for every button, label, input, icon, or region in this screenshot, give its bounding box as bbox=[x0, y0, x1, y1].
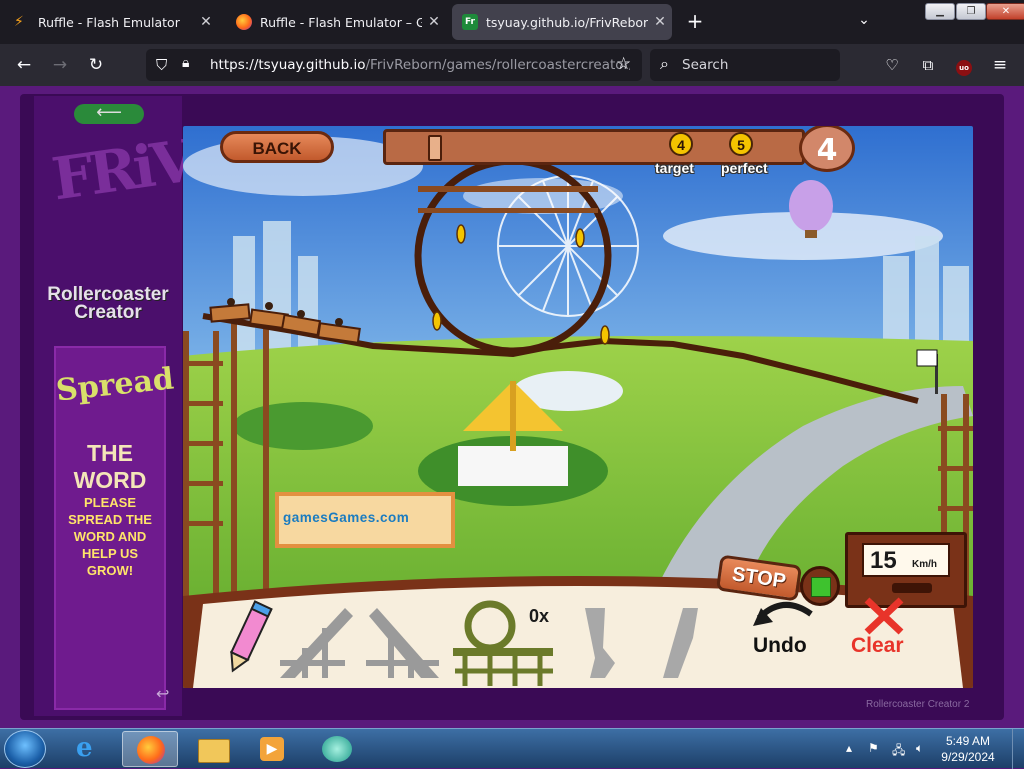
reload-icon[interactable]: ↻ bbox=[84, 54, 108, 76]
spread-heading: Spread bbox=[54, 361, 176, 409]
show-hidden-icons[interactable]: ▴ bbox=[846, 741, 852, 755]
friv-sidebar: ⟵ FRiV Rollercoaster Creator Spread THE … bbox=[34, 96, 196, 716]
file-explorer-icon[interactable] bbox=[186, 731, 242, 767]
undo-label[interactable]: Undo bbox=[753, 634, 807, 658]
clear-label[interactable]: Clear bbox=[851, 634, 904, 658]
start-button[interactable] bbox=[4, 730, 46, 768]
close-window-button[interactable]: ✕ bbox=[986, 3, 1024, 20]
internet-explorer-icon[interactable]: e bbox=[62, 731, 118, 767]
ublock-icon[interactable]: uo bbox=[952, 54, 976, 76]
shield-icon[interactable]: ⛉ bbox=[156, 56, 167, 74]
system-clock[interactable]: 5:49 AM 9/29/2024 bbox=[938, 733, 998, 765]
target-label: target bbox=[655, 160, 694, 176]
friv-logo[interactable]: FRiV bbox=[48, 127, 197, 214]
new-tab-button[interactable]: + bbox=[683, 10, 707, 34]
speed-unit: Km/h bbox=[912, 559, 937, 570]
please-text: PLEASE SPREAD THE WORD AND HELP US GROW! bbox=[68, 495, 152, 578]
coin-count-badge: 4 bbox=[799, 126, 855, 172]
close-icon[interactable]: ✕ bbox=[194, 14, 218, 30]
target-marker: 4 bbox=[669, 132, 693, 156]
perfect-marker: 5 bbox=[729, 132, 753, 156]
drop-piece-icon[interactable] bbox=[575, 603, 625, 683]
speed-display: 15 Km/h bbox=[862, 543, 950, 577]
back-arrow-icon[interactable]: ⟵ bbox=[74, 104, 144, 124]
chevron-down-icon[interactable]: ⌄ bbox=[852, 12, 876, 32]
game-canvas[interactable]: BACK 4 target 5 perfect 4 gamesGames.com… bbox=[183, 126, 973, 688]
volume-muted-icon[interactable]: 🔈︎ bbox=[916, 741, 923, 756]
firefox-taskbar-icon[interactable] bbox=[122, 731, 178, 767]
perfect-label: perfect bbox=[721, 160, 768, 176]
lock-icon[interactable]: 🔒︎ bbox=[182, 55, 189, 71]
page-content: ⟵ FRiV Rollercoaster Creator Spread THE … bbox=[0, 86, 1024, 728]
clock-time: 5:49 AM bbox=[945, 734, 991, 748]
pencil-icon[interactable] bbox=[223, 598, 273, 678]
the-word-heading: THE WORD bbox=[73, 440, 147, 493]
show-desktop-button[interactable] bbox=[1012, 729, 1024, 769]
speed-value: 15 bbox=[870, 547, 897, 574]
ramp-down-icon[interactable] bbox=[361, 598, 441, 683]
game-credit: Rollercoaster Creator 2 bbox=[866, 699, 970, 710]
game-title: Rollercoaster Creator bbox=[47, 284, 169, 323]
menu-icon[interactable]: ≡ bbox=[988, 54, 1012, 76]
ramp-up-icon[interactable] bbox=[275, 598, 355, 683]
url-bar[interactable]: ⛉ 🔒︎ https://tsyuay.github.io/FrivReborn… bbox=[146, 49, 642, 81]
sign-text: gamesGames.com bbox=[283, 510, 410, 525]
back-arrow-icon[interactable]: ← bbox=[12, 54, 36, 76]
loop-count: 0x bbox=[529, 606, 550, 626]
close-icon[interactable]: ✕ bbox=[422, 14, 446, 30]
extensions-icon[interactable]: ⧉ bbox=[916, 54, 940, 76]
friv-icon: Fr bbox=[462, 14, 478, 30]
maximize-button[interactable]: ❐ bbox=[956, 3, 986, 20]
spread-the-word-banner[interactable]: Spread THE WORD PLEASE SPREAD THE WORD A… bbox=[54, 346, 176, 710]
clear-icon[interactable] bbox=[863, 596, 905, 636]
tab-ruffle-get[interactable]: Ruffle - Flash Emulator – Get th ✕ bbox=[226, 4, 446, 40]
search-icon: ⌕ bbox=[660, 54, 669, 73]
back-button[interactable]: BACK bbox=[220, 131, 334, 163]
undo-icon[interactable] bbox=[753, 596, 819, 630]
action-center-flag-icon[interactable]: ⚑ bbox=[868, 741, 879, 755]
tab-ruffle[interactable]: ⚡ Ruffle - Flash Emulator ✕ bbox=[4, 4, 218, 40]
media-center-icon[interactable] bbox=[310, 731, 366, 767]
return-icon[interactable]: ↩ bbox=[156, 684, 169, 703]
ruffle-icon: ⚡ bbox=[14, 14, 24, 30]
windows-taskbar: e ▶ ▴ ⚑ 🖧︎ 🔈︎ 5:49 AM 9/29/2024 bbox=[0, 728, 1024, 769]
pocket-icon[interactable]: ♡ bbox=[880, 54, 904, 76]
gamesgames-sign[interactable]: gamesGames.com bbox=[275, 492, 455, 548]
tab-label: tsyuay.github.io/FrivReborn/ga bbox=[486, 14, 648, 30]
url-text[interactable]: https://tsyuay.github.io/FrivReborn/game… bbox=[210, 57, 630, 73]
progress-start-icon bbox=[428, 135, 442, 161]
tab-label: Ruffle - Flash Emulator – Get th bbox=[260, 14, 422, 30]
build-toolbar: 0x Undo Clear bbox=[183, 578, 973, 688]
search-input[interactable]: ⌕ Search bbox=[650, 49, 840, 81]
tab-label: Ruffle - Flash Emulator bbox=[38, 14, 180, 30]
firefox-icon bbox=[236, 14, 252, 30]
close-icon[interactable]: ✕ bbox=[648, 14, 672, 30]
curve-piece-icon[interactable] bbox=[653, 603, 703, 683]
clock-date: 9/29/2024 bbox=[941, 750, 995, 764]
tab-frivreborn[interactable]: Fr tsyuay.github.io/FrivReborn/ga ✕ bbox=[452, 4, 672, 40]
search-placeholder: Search bbox=[682, 57, 729, 73]
network-icon[interactable]: 🖧︎ bbox=[892, 741, 905, 762]
tab-bar: ⚡ Ruffle - Flash Emulator ✕ Ruffle - Fla… bbox=[0, 0, 1024, 44]
minimize-button[interactable]: ▁ bbox=[925, 3, 955, 20]
nav-bar: ← → ↻ ⛉ 🔒︎ https://tsyuay.github.io/Friv… bbox=[0, 44, 1024, 86]
forward-arrow-icon[interactable]: → bbox=[48, 54, 72, 76]
bookmark-star-icon[interactable]: ☆ bbox=[616, 54, 631, 74]
media-player-icon[interactable]: ▶ bbox=[246, 731, 302, 767]
